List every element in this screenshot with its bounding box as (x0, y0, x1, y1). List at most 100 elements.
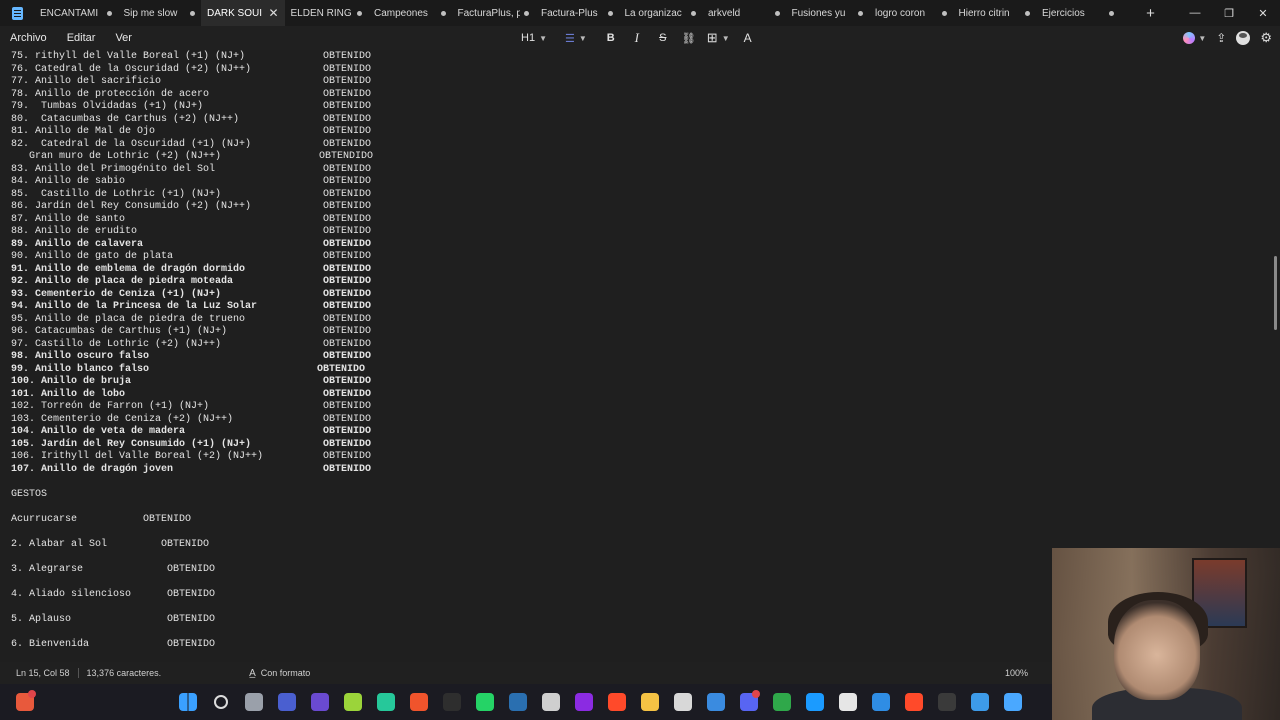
ubisoft-taskbar-button[interactable] (666, 684, 699, 720)
game-app-taskbar-button[interactable] (369, 684, 402, 720)
item-status: OBTENDIDO (319, 151, 374, 162)
unsaved-dot-icon (1025, 10, 1030, 16)
menu-editar[interactable]: Editar (57, 32, 106, 44)
share-button[interactable]: ⇪ (1216, 31, 1226, 45)
avatar[interactable] (1236, 31, 1251, 45)
tab-5[interactable]: FacturaPlus, por se (452, 0, 536, 26)
epic-games2-taskbar-button[interactable] (930, 684, 963, 720)
item-status: OBTENIDO (323, 276, 372, 287)
photos-taskbar-button[interactable] (963, 684, 996, 720)
tab-0[interactable]: ENCANTAMI (34, 0, 118, 26)
item-status: OBTENIDO (323, 301, 372, 312)
media-player-taskbar-button[interactable] (303, 684, 336, 720)
menu-archivo[interactable]: Archivo (0, 32, 57, 44)
zoom-level[interactable]: 100% (1005, 668, 1028, 678)
char-count: 13,376 caracteres. (86, 668, 162, 678)
document-taskbar-button[interactable] (831, 684, 864, 720)
tab-2[interactable]: DARK SOUI ✕ (201, 0, 285, 26)
snipping-taskbar-button[interactable] (864, 684, 897, 720)
weather-taskbar-button[interactable] (8, 684, 41, 720)
vertical-scrollbar[interactable] (1274, 256, 1277, 330)
link-button[interactable]: ⛓ (678, 28, 700, 48)
close-window-button[interactable]: ✕ (1246, 0, 1280, 26)
list-item: 90. Anillo de gato de plata (11, 251, 174, 262)
table-dropdown[interactable]: ⊞ ▼ (704, 28, 733, 48)
item-status: OBTENIDO (323, 101, 372, 112)
minimize-button[interactable]: — (1178, 0, 1212, 26)
gesture-item: Acurrucarse (11, 514, 78, 525)
ea-app-taskbar-button[interactable] (600, 684, 633, 720)
steam-taskbar-button[interactable] (501, 684, 534, 720)
notepad-app-icon (0, 0, 34, 26)
widgets-taskbar-button[interactable] (270, 684, 303, 720)
gesture-item: 3. Alegrarse (11, 564, 84, 575)
list-item: 99. Anillo blanco falso (11, 363, 150, 375)
tab-3[interactable]: ELDEN RING (285, 0, 369, 26)
discord-taskbar-button[interactable] (732, 684, 765, 720)
italic-button[interactable]: I (626, 28, 648, 48)
battlenet-taskbar-button[interactable] (798, 684, 831, 720)
tab-4[interactable]: Campeones (368, 0, 452, 26)
tab-11[interactable]: Hierro citrin (953, 0, 1037, 26)
notepad-taskbar-button[interactable] (996, 684, 1029, 720)
item-status: OBTENIDO (323, 288, 372, 300)
maximize-button[interactable]: ❐ (1212, 0, 1246, 26)
steam-icon (508, 693, 527, 711)
heading-label: H1 (521, 32, 536, 44)
close-tab-icon[interactable]: ✕ (268, 6, 278, 20)
unsaved-dot-icon (858, 10, 863, 16)
settings-button[interactable]: ⚙ (1260, 29, 1272, 47)
store-icon (706, 693, 725, 711)
file-explorer-taskbar-button[interactable] (633, 684, 666, 720)
tab-8[interactable]: arkveld (702, 0, 786, 26)
tab-bar: ENCANTAMI Sip me slow DARK SOUI ✕ ELDEN RING… (0, 0, 1280, 26)
tab-label: ELDEN RING (290, 7, 352, 19)
bold-button[interactable]: B (600, 28, 622, 48)
tab-12[interactable]: Ejercicios (1036, 0, 1120, 26)
snipping-icon (871, 693, 890, 711)
tab-label: DARK SOUI (207, 7, 263, 19)
whatsapp-taskbar-button[interactable] (468, 684, 501, 720)
brave-browser-taskbar-button[interactable] (402, 684, 435, 720)
format-status[interactable]: A̲ Con formato (249, 668, 310, 679)
chevron-down-icon: ▼ (578, 33, 587, 43)
gesture-status: OBTENIDO (167, 614, 216, 625)
unsaved-dot-icon (774, 10, 780, 16)
windows-start-taskbar-button[interactable] (171, 684, 204, 720)
xbox-icon (772, 693, 791, 711)
tab-1[interactable]: Sip me slow (118, 0, 202, 26)
epic-games-taskbar-button[interactable] (435, 684, 468, 720)
tab-label: Campeones (374, 7, 428, 19)
ring-app-taskbar-button[interactable] (567, 684, 600, 720)
tab-6[interactable]: Factura-Plus (535, 0, 619, 26)
task-view-taskbar-button[interactable] (237, 684, 270, 720)
list-item: 82. Catedral de la Oscuridad (+1) (NJ+) (11, 138, 252, 150)
epic-games2-icon (937, 693, 956, 711)
new-tab-button[interactable]: + (1136, 5, 1166, 22)
ea-app2-taskbar-button[interactable] (897, 684, 930, 720)
tab-label: Sip me slow (123, 7, 178, 19)
whatsapp-icon (475, 693, 494, 711)
gesture-status: OBTENIDO (167, 564, 216, 575)
tab-10[interactable]: logro coron (869, 0, 953, 26)
tab-7[interactable]: La organizac (619, 0, 703, 26)
heading-dropdown[interactable]: H1 ▼ (518, 28, 550, 48)
strikethrough-button[interactable]: S (652, 28, 674, 48)
tab-9[interactable]: Fusiones yu (786, 0, 870, 26)
xbox-taskbar-button[interactable] (765, 684, 798, 720)
tabs-container: ENCANTAMI Sip me slow DARK SOUI ✕ ELDEN RING… (34, 0, 1120, 26)
item-status: OBTENIDO (323, 176, 372, 187)
notification-badge (28, 690, 36, 698)
search-taskbar-button[interactable] (204, 684, 237, 720)
list-item: 107. Anillo de dragón joven (11, 463, 174, 475)
store-taskbar-button[interactable] (699, 684, 732, 720)
line-app-taskbar-button[interactable] (336, 684, 369, 720)
clear-format-button[interactable]: A (737, 28, 759, 48)
obs-taskbar-button[interactable] (534, 684, 567, 720)
list-item: 84. Anillo de sabio (11, 176, 126, 187)
list-item: 106. Irithyll del Valle Boreal (+2) (NJ+… (11, 451, 264, 462)
copilot-button[interactable]: ▼ (1183, 32, 1206, 44)
unsaved-dot-icon (1108, 10, 1114, 16)
menu-ver[interactable]: Ver (105, 32, 142, 44)
list-dropdown[interactable]: ☰ ▼ (562, 28, 590, 48)
